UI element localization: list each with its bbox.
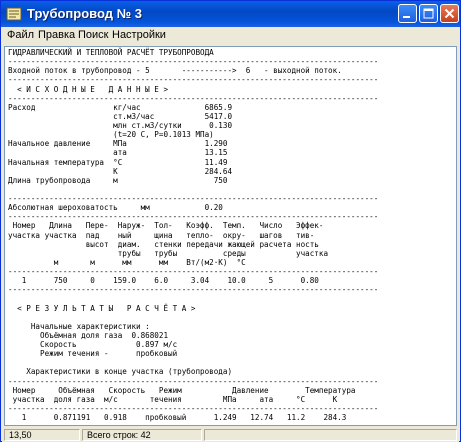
report-line: Начальная температура °С 11.49: [8, 157, 228, 167]
report-line: Объёмная доля газа 0.868021: [8, 330, 169, 340]
report-line: Характеристики в конце участка (трубопро…: [8, 367, 233, 377]
report-line: ----------------------------------------…: [8, 285, 379, 295]
report-line: Номер Объёмная Скорость Режим Давление Т…: [8, 385, 356, 395]
report-line: ----------------------------------------…: [8, 267, 379, 276]
report-line: Расход кг/час 6865.9: [8, 102, 233, 112]
report-line: ----------------------------------------…: [8, 93, 379, 103]
report-line: Входной поток в трубопровод - 5 --------…: [8, 66, 342, 76]
report-line: ----------------------------------------…: [8, 403, 379, 413]
close-icon: [444, 8, 455, 19]
report-line: ст.м3/час 5417.0: [8, 111, 233, 121]
minimize-button[interactable]: [398, 4, 417, 23]
window-title: Трубопровод № 3: [27, 6, 142, 21]
minimize-icon: [403, 16, 410, 18]
status-bar: 13,50 Всего строк: 42: [2, 428, 459, 442]
report-line: < И С Х О Д Н Ы Е Д А Н Н Ы Е >: [8, 84, 169, 94]
status-empty-panel: [204, 429, 457, 441]
report-line: Номер Длина Пере- Наруж- Тол- Коэфф. Тем…: [8, 221, 324, 231]
report-line: 1 0.871191 0.918 пробковый 1.249 12.74 1…: [8, 413, 347, 422]
report-line: участка участка пад ный щина тепло- окру…: [8, 230, 315, 240]
report-line: Начальное давление МПа 1.290: [8, 139, 228, 149]
menu-settings[interactable]: Настройки: [112, 29, 166, 41]
report-line: м м мм мм Вт/(м2·К) °С: [8, 257, 246, 267]
report-line: 1 750 0 159.0 6.0 3.04 10.0 5 0.80: [8, 276, 319, 286]
report-text: ГИДРАВЛИЧЕСКИЙ И ТЕПЛОВОЙ РАСЧЁТ ТРУБОПР…: [8, 48, 378, 422]
report-line: Длина трубопровода м 750: [8, 175, 228, 185]
line-count: Всего строк: 42: [82, 429, 202, 441]
menu-edit[interactable]: Правка: [38, 29, 75, 41]
report-line: ----------------------------------------…: [8, 194, 379, 203]
report-line: ----------------------------------------…: [8, 75, 379, 85]
report-line: участка доля газа м/с течения МПа ата °С…: [8, 394, 338, 404]
report-line: (t=20 С, Р=0.1013 МПа): [8, 130, 214, 140]
report-line: высот диам. стенки передачи жающей расче…: [8, 239, 319, 249]
close-button[interactable]: [440, 4, 459, 23]
report-line: Начальные характеристики :: [8, 321, 150, 331]
main-window: Трубопровод № 3 Файл Правка Поиск Настро…: [0, 0, 461, 442]
report-line: млн ст.м3/сутки 0.130: [8, 121, 233, 130]
app-icon[interactable]: [6, 6, 22, 22]
report-line: Скорость 0.897 м/с: [8, 340, 178, 349]
title-bar[interactable]: Трубопровод № 3: [1, 1, 460, 27]
maximize-icon: [423, 8, 434, 19]
report-line: трубы трубы среды участка: [8, 248, 329, 258]
report-line: Режим течения - пробковый: [8, 349, 178, 359]
menu-bar: Файл Правка Поиск Настройки: [1, 27, 460, 45]
report-line: Абсолютная шероховатость мм 0.20: [8, 203, 223, 213]
report-line: ата 13.15: [8, 148, 228, 158]
report-line: К 284.64: [8, 166, 233, 176]
report-line: ----------------------------------------…: [8, 212, 379, 222]
maximize-button[interactable]: [419, 4, 438, 23]
menu-file[interactable]: Файл: [7, 29, 34, 41]
cursor-position: 13,50: [4, 429, 80, 441]
report-text-area[interactable]: ГИДРАВЛИЧЕСКИЙ И ТЕПЛОВОЙ РАСЧЁТ ТРУБОПР…: [4, 46, 457, 426]
report-line: ----------------------------------------…: [8, 57, 379, 67]
menu-search[interactable]: Поиск: [78, 29, 108, 41]
report-line: < Р Е З У Л Ь Т А Т Ы Р А С Ч Ё Т А >: [8, 303, 196, 313]
report-line: ----------------------------------------…: [8, 376, 379, 386]
report-line: ГИДРАВЛИЧЕСКИЙ И ТЕПЛОВОЙ РАСЧЁТ ТРУБОПР…: [8, 48, 214, 57]
